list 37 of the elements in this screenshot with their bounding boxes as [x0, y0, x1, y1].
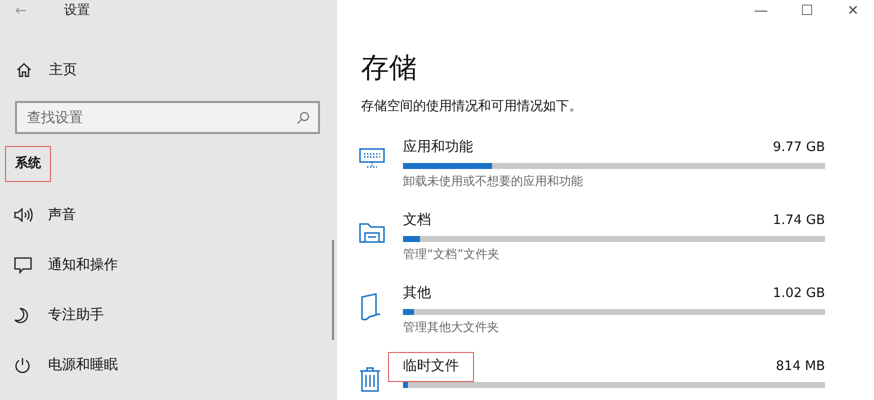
- nav-item[interactable]: 电源和睡眠: [0, 340, 337, 390]
- storage-size: 9.77 GB: [772, 138, 825, 157]
- speaker-icon: [14, 207, 34, 223]
- storage-item[interactable]: 应用和功能 9.77 GB 卸载未使用或不想要的应用和功能: [337, 136, 874, 210]
- scrollbar[interactable]: [332, 240, 334, 340]
- section-heading: 系统: [5, 146, 51, 182]
- storage-category: 文档: [402, 211, 432, 230]
- trash-icon: [359, 366, 381, 392]
- monitor-keyboard-icon: [359, 146, 385, 168]
- search-field[interactable]: 查找设置: [15, 101, 320, 134]
- nav-item[interactable]: 声音: [0, 190, 337, 240]
- document-icon: [359, 292, 381, 320]
- window-title: 设置: [64, 2, 90, 20]
- nav-item[interactable]: 通知和操作: [0, 240, 337, 290]
- close-button[interactable]: ✕: [840, 0, 866, 22]
- home-item[interactable]: 主页: [16, 59, 337, 81]
- home-label: 主页: [49, 60, 77, 80]
- storage-category: 其他: [402, 284, 432, 303]
- message-icon: [14, 256, 32, 274]
- storage-size: 1.02 GB: [772, 284, 825, 303]
- storage-category: 应用和功能: [402, 138, 474, 157]
- storage-item[interactable]: 文档 1.74 GB 管理“文档”文件夹: [337, 210, 874, 282]
- storage-hint: 管理其他大文件夹: [403, 318, 500, 336]
- power-icon: [14, 356, 31, 374]
- storage-hint: 卸载未使用或不想要的应用和功能: [403, 172, 584, 190]
- minimize-button[interactable]: —: [748, 0, 774, 22]
- storage-category: 临时文件: [388, 352, 474, 382]
- storage-hint: 管理“文档”文件夹: [403, 246, 500, 262]
- storage-size: 814 MB: [776, 358, 825, 376]
- nav-item[interactable]: 专注助手: [0, 290, 337, 340]
- storage-size: 1.74 GB: [772, 212, 825, 230]
- page-title: 存储: [361, 50, 418, 86]
- maximize-button[interactable]: ☐: [794, 0, 820, 22]
- home-icon: [16, 62, 32, 78]
- search-icon: [296, 111, 310, 125]
- moon-icon: [14, 306, 30, 324]
- page-description: 存储空间的使用情况和可用情况如下。: [361, 98, 583, 116]
